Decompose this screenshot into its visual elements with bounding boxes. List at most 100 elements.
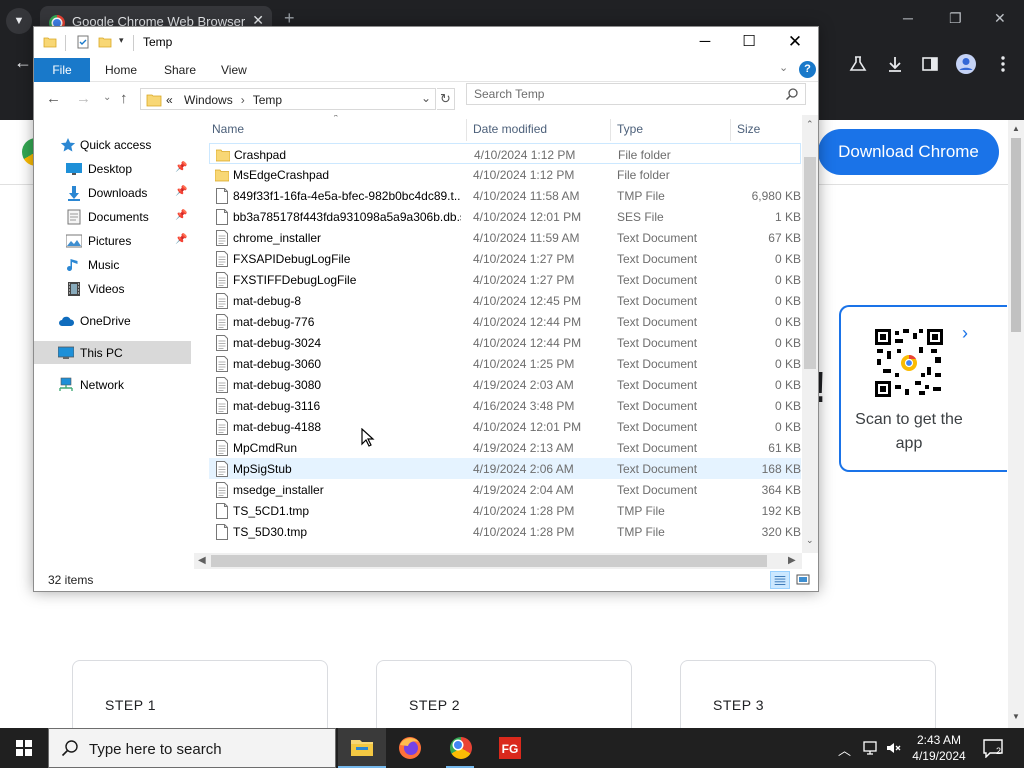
nav-item-this-pc[interactable]: This PC [34,341,191,364]
ribbon-tab-home[interactable]: Home [105,63,137,77]
help-icon[interactable]: ? [799,61,816,78]
column-header-date[interactable]: Date modified [473,122,547,136]
scroll-thumb[interactable] [804,157,816,369]
file-row[interactable]: 849f33f1-16fa-4e5a-bfec-982b0bc4dc89.t..… [209,185,801,206]
address-bar[interactable]: « Windows › Temp ⌄ [140,88,436,110]
vertical-scrollbar[interactable]: ⌃ ⌄ [802,115,818,553]
column-divider[interactable] [730,119,731,141]
scroll-up-icon[interactable]: ⌃ [806,119,814,130]
file-row[interactable]: TS_5CD1.tmp 4/10/2024 1:28 PM TMP File 192 … [209,500,801,521]
nav-item-quick-access[interactable]: Quick access [34,133,191,156]
pin-icon[interactable]: 📌 [175,162,187,173]
customize-toolbar-icon[interactable]: ▾ [119,35,124,46]
address-overflow[interactable]: « [166,93,173,107]
file-row[interactable]: MpSigStub 4/19/2024 2:06 AM Text Document 1… [209,458,801,479]
column-divider[interactable] [610,119,611,141]
search-box[interactable] [466,83,806,105]
scroll-down-icon[interactable]: ⌄ [806,535,814,546]
nav-item-pictures[interactable]: Pictures 📌 [34,229,191,252]
file-row[interactable]: MsEdgeCrashpad 4/10/2024 1:12 PM File fold… [209,164,801,185]
pin-icon[interactable]: 📌 [175,210,187,221]
taskbar-file-explorer[interactable] [338,728,386,768]
refresh-icon[interactable]: ↻ [437,88,455,110]
minimize-icon[interactable]: ─ [903,10,913,26]
side-panel-icon[interactable] [920,54,940,74]
profile-avatar-icon[interactable] [955,53,977,75]
column-header-size[interactable]: Size [737,122,760,136]
ribbon-tab-file[interactable]: File [34,58,90,82]
minimize-icon[interactable]: ─ [682,27,728,57]
ribbon-tab-share[interactable]: Share [164,63,196,77]
horizontal-scrollbar[interactable]: ◀ ▶ [194,553,802,569]
file-row[interactable]: FXSAPIDebugLogFile 4/10/2024 1:27 PM Text … [209,248,801,269]
chevron-down-icon[interactable]: ⌄ [421,91,431,105]
scroll-thumb[interactable] [211,555,767,567]
file-row[interactable]: bb3a785178f443fda931098a5a9a306b.db.s...… [209,206,801,227]
back-arrow-icon[interactable]: ← [46,90,61,107]
file-row[interactable]: mat-debug-8 4/10/2024 12:45 PM Text Docume… [209,290,801,311]
taskbar-chrome[interactable] [436,728,484,768]
taskbar-search-box[interactable]: Type here to search [48,728,336,768]
nav-item-onedrive[interactable]: OneDrive [34,309,191,332]
file-row[interactable]: mat-debug-3080 4/19/2024 2:03 AM Text Docu… [209,374,801,395]
chevron-right-icon[interactable]: › [962,323,968,344]
search-input[interactable] [467,84,777,104]
download-chrome-button[interactable]: Download Chrome [818,129,999,175]
recent-locations-icon[interactable]: ⌄ [103,92,111,103]
pin-icon[interactable]: 📌 [175,186,187,197]
notifications-icon[interactable]: 2 [982,738,1004,758]
file-row[interactable]: FXSTIFFDebugLogFile 4/10/2024 1:27 PM Text… [209,269,801,290]
file-row[interactable]: TS_5D30.tmp 4/10/2024 1:28 PM TMP File 320 … [209,521,801,542]
file-row[interactable]: mat-debug-3116 4/16/2024 3:48 PM Text Docu… [209,395,801,416]
explorer-titlebar[interactable]: ▾ Temp ─ ☐ ✕ [34,27,818,58]
new-folder-icon[interactable] [98,35,112,49]
nav-item-desktop[interactable]: Desktop 📌 [34,157,191,180]
file-row[interactable]: chrome_installer 4/10/2024 11:59 AM Text D… [209,227,801,248]
column-header-name[interactable]: Name [212,122,244,136]
tab-search-button[interactable]: ▼ [6,8,32,34]
file-row[interactable]: mat-debug-4188 4/10/2024 12:01 PM Text Doc… [209,416,801,437]
large-icons-view-icon[interactable] [793,571,813,589]
scroll-up-icon[interactable]: ▲ [1012,124,1020,133]
close-icon[interactable]: ✕ [994,10,1006,27]
restore-icon[interactable]: ❐ [949,10,962,27]
ribbon-tab-view[interactable]: View [221,63,247,77]
nav-item-videos[interactable]: Videos [34,277,191,300]
details-view-icon[interactable] [770,571,790,589]
nav-item-music[interactable]: Music [34,253,191,276]
file-row[interactable]: MpCmdRun 4/19/2024 2:13 AM Text Document 61… [209,437,801,458]
nav-item-network[interactable]: Network [34,373,191,396]
file-row[interactable]: mat-debug-3024 4/10/2024 12:44 PM Text Doc… [209,332,801,353]
downloads-icon[interactable] [885,54,905,74]
file-row[interactable]: Crashpad 4/10/2024 1:12 PM File folder [209,143,801,164]
labs-flask-icon[interactable] [848,54,868,74]
column-divider[interactable] [466,119,467,141]
page-scroll-thumb[interactable] [1011,138,1021,332]
windows-start-icon[interactable] [0,728,48,768]
column-header-type[interactable]: Type [617,122,643,136]
nav-item-downloads[interactable]: Downloads 📌 [34,181,191,204]
forward-arrow-icon[interactable]: → [76,90,91,107]
maximize-icon[interactable]: ☐ [726,27,772,57]
file-row[interactable]: msedge_installer 4/19/2024 2:04 AM Text Do… [209,479,801,500]
breadcrumb-temp[interactable]: Temp [253,93,282,107]
scroll-left-icon[interactable]: ◀ [198,555,206,566]
file-row[interactable]: mat-debug-3060 4/10/2024 1:25 PM Text Docu… [209,353,801,374]
taskbar-firefox[interactable] [386,728,434,768]
qr-card[interactable]: › Scan to get the app [839,305,1007,472]
page-scrollbar[interactable]: ▲ ▼ [1008,120,1024,728]
scroll-down-icon[interactable]: ▼ [1012,712,1020,721]
breadcrumb-windows[interactable]: Windows [184,93,233,107]
chrome-menu-icon[interactable] [993,54,1013,74]
nav-item-documents[interactable]: Documents 📌 [34,205,191,228]
chevron-down-icon[interactable]: ⌄ [779,61,788,74]
taskbar-clock[interactable]: 2:43 AM 4/19/2024 [904,732,974,764]
back-icon[interactable]: ← [14,52,32,73]
taskbar-fortigate[interactable]: FG [486,728,534,768]
search-icon[interactable] [785,87,799,101]
show-hidden-icons-icon[interactable]: ︿ [838,740,851,759]
network-tray-icon[interactable] [862,739,880,757]
volume-muted-icon[interactable] [885,739,903,757]
pin-icon[interactable]: 📌 [175,234,187,245]
scroll-right-icon[interactable]: ▶ [788,555,796,566]
